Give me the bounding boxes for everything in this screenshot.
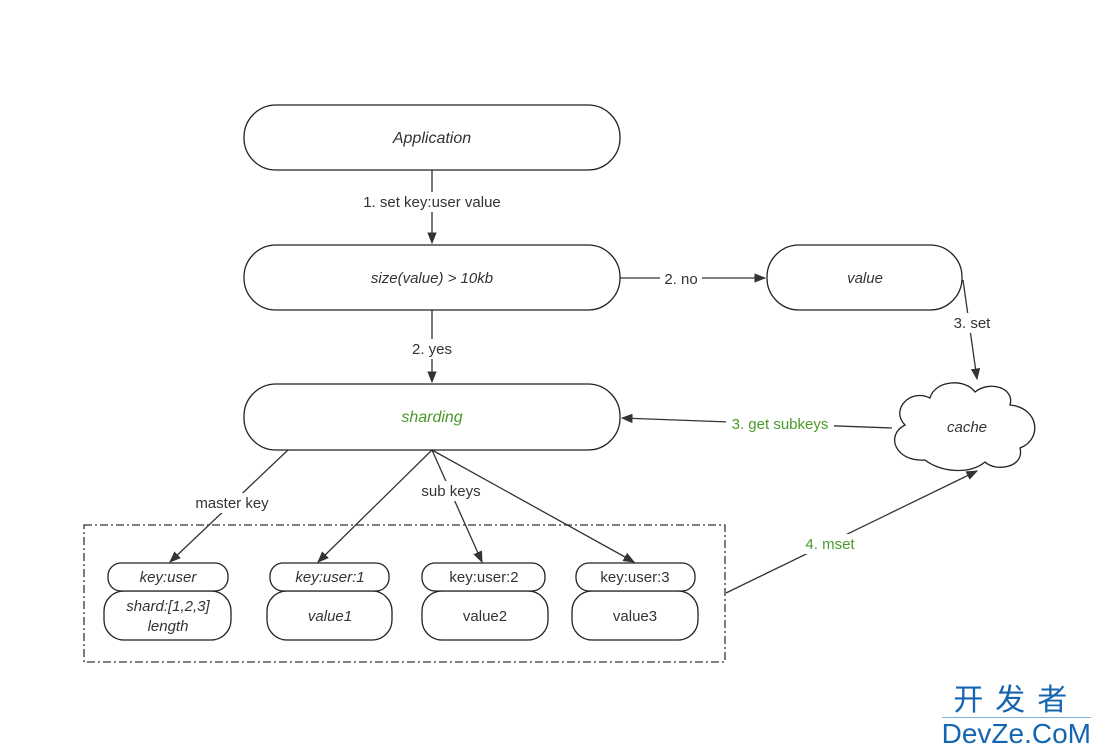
node-value: value bbox=[766, 244, 963, 311]
svg-text:value3: value3 bbox=[613, 608, 657, 625]
svg-text:value2: value2 bbox=[463, 608, 507, 625]
node-cache: cache bbox=[894, 382, 1036, 472]
svg-text:key:user:1: key:user:1 bbox=[295, 569, 364, 586]
watermark-logo: 开发者 DevZe.CoM bbox=[941, 684, 1091, 749]
svg-text:key:user:3: key:user:3 bbox=[600, 569, 669, 586]
edge-sharding-to-sub3 bbox=[431, 449, 636, 563]
svg-text:value: value bbox=[847, 270, 883, 287]
edge-label-set: 1. set key:user value bbox=[363, 194, 501, 211]
node-application: Application bbox=[243, 104, 621, 171]
node-sub1: key:user:1 value1 bbox=[266, 562, 393, 641]
edge-label-mset: 4. mset bbox=[805, 536, 855, 553]
node-sub3: key:user:3 value3 bbox=[571, 562, 699, 641]
diagram-canvas: 1. set key:user value 2. no 3. set 2. ye… bbox=[83, 104, 1036, 663]
edge-label-yes: 2. yes bbox=[412, 341, 452, 358]
edge-label-set3: 3. set bbox=[954, 315, 992, 332]
svg-text:sharding: sharding bbox=[401, 409, 462, 426]
edge-label-get-subkeys: 3. get subkeys bbox=[732, 416, 829, 433]
node-master-key: key:user shard:[1,2,3] length bbox=[103, 562, 232, 641]
node-sharding: sharding bbox=[243, 383, 621, 451]
edge-label-master-key: master key bbox=[195, 495, 269, 512]
edge-group-to-cache bbox=[725, 470, 979, 594]
svg-text:shard:[1,2,3]: shard:[1,2,3] bbox=[126, 598, 210, 615]
svg-text:Application: Application bbox=[392, 130, 471, 147]
svg-text:key:user: key:user bbox=[140, 569, 198, 586]
edge-sharding-to-sub1 bbox=[317, 449, 433, 563]
edge-sharding-to-sub2 bbox=[431, 449, 483, 564]
svg-text:value1: value1 bbox=[308, 608, 352, 625]
edge-label-sub-keys: sub keys bbox=[421, 483, 480, 500]
edge-label-no: 2. no bbox=[664, 271, 697, 288]
svg-text:length: length bbox=[148, 618, 189, 635]
svg-text:size(value) > 10kb: size(value) > 10kb bbox=[371, 270, 493, 287]
node-sub2: key:user:2 value2 bbox=[421, 562, 549, 641]
node-size-check: size(value) > 10kb bbox=[243, 244, 621, 311]
svg-text:cache: cache bbox=[947, 419, 987, 436]
svg-text:key:user:2: key:user:2 bbox=[449, 569, 518, 586]
